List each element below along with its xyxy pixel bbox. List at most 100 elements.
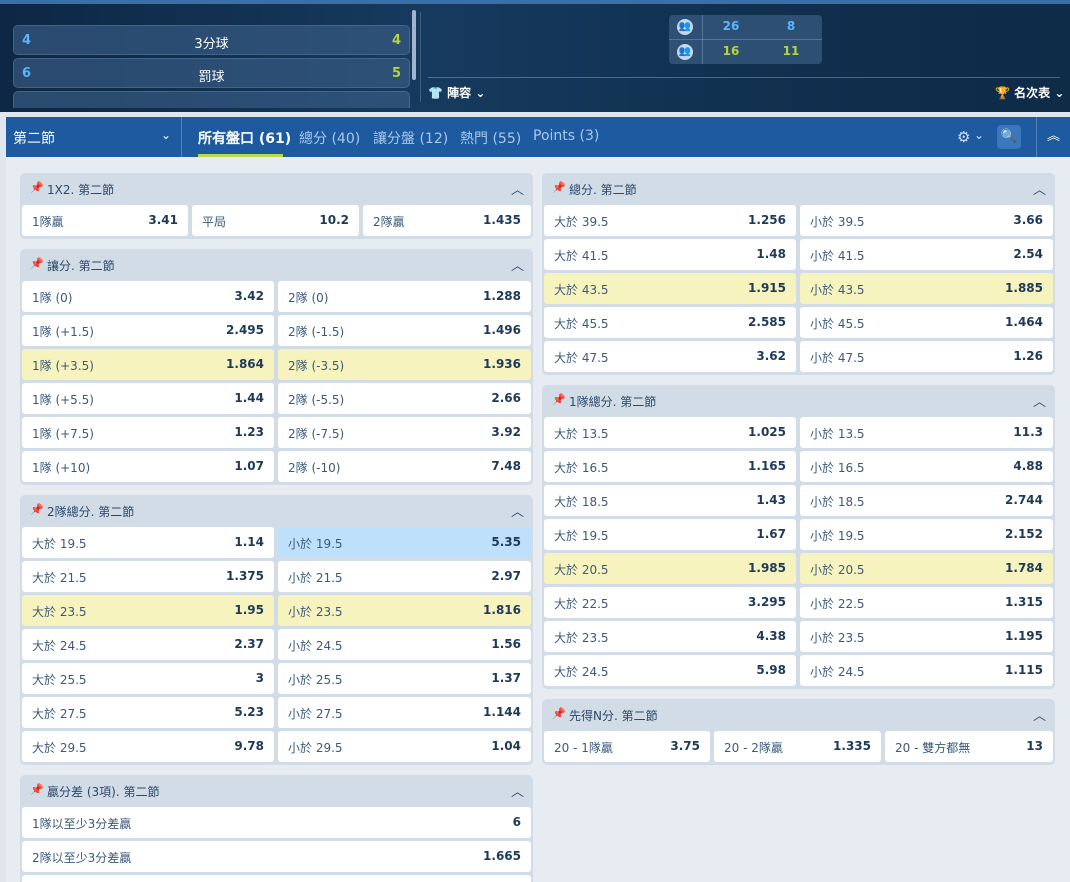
pin-icon[interactable]: 📌 <box>552 707 566 720</box>
odds-cell[interactable]: 小於 20.5 1.784 <box>800 553 1053 584</box>
odds-cell[interactable]: 平局 10.2 <box>192 205 359 236</box>
odds-cell[interactable]: 大於 23.5 4.38 <box>544 621 796 652</box>
odds-cell[interactable]: 1隊 (+10) 1.07 <box>22 451 274 482</box>
pin-icon[interactable]: 📌 <box>552 181 566 194</box>
odds-cell[interactable]: 小於 18.5 2.744 <box>800 485 1053 516</box>
odds-cell[interactable]: 大於 16.5 1.165 <box>544 451 796 482</box>
odds-cell[interactable]: 小於 23.5 1.195 <box>800 621 1053 652</box>
odds-cell[interactable]: 大於 22.5 3.295 <box>544 587 796 618</box>
pin-icon[interactable]: 📌 <box>30 783 44 796</box>
odds-cell[interactable]: 20 - 2隊贏 1.335 <box>714 731 881 762</box>
pin-icon[interactable]: 📌 <box>30 181 44 194</box>
odds-cell[interactable]: 2隊 (0) 1.288 <box>278 281 531 312</box>
chevron-up-icon[interactable]: ︿ <box>1033 179 1046 198</box>
odds-cell[interactable]: 20 - 雙方都無 13 <box>885 731 1053 762</box>
odds-cell[interactable]: 小於 13.5 11.3 <box>800 417 1053 448</box>
odds-cell[interactable]: 大於 19.5 1.14 <box>22 527 274 558</box>
period-select[interactable]: 第二節 ⌄ <box>6 117 182 157</box>
odds-cell[interactable]: 1隊 (+3.5) 1.864 <box>22 349 274 380</box>
market-header[interactable]: 📌 讓分. 第二節 ︿ <box>20 249 533 279</box>
odds-cell[interactable]: 小於 43.5 1.885 <box>800 273 1053 304</box>
pin-icon[interactable]: 📌 <box>30 503 44 516</box>
pin-icon[interactable]: 📌 <box>30 257 44 270</box>
odds-cell[interactable]: 1隊贏 3.41 <box>22 205 188 236</box>
chevron-up-icon[interactable]: ︿ <box>511 781 524 800</box>
gear-icon[interactable]: ⚙ <box>957 128 970 146</box>
odds-cell[interactable]: 小於 23.5 1.816 <box>278 595 531 626</box>
odds-cell[interactable]: 2隊 (-10) 7.48 <box>278 451 531 482</box>
odds-cell[interactable]: 小於 39.5 3.66 <box>800 205 1053 236</box>
market-header[interactable]: 📌 贏分差 (3項). 第二節 ︿ <box>20 775 533 805</box>
odds-cell[interactable]: 2隊以至少3分差贏 1.665 <box>22 841 531 872</box>
odds-cell[interactable]: 小於 41.5 2.54 <box>800 239 1053 270</box>
chevron-down-icon[interactable]: ⌄ <box>974 128 984 142</box>
chevron-up-icon[interactable]: ︿ <box>1033 705 1046 724</box>
chevron-up-icon[interactable]: ︿ <box>511 501 524 520</box>
odds-cell[interactable]: 大於 20.5 1.985 <box>544 553 796 584</box>
market-header[interactable]: 📌 1X2. 第二節 ︿ <box>20 173 533 203</box>
odds-cell[interactable]: 大於 21.5 1.375 <box>22 561 274 592</box>
odds-cell[interactable]: 大於 45.5 2.585 <box>544 307 796 338</box>
odds-cell[interactable]: 20 - 1隊贏 3.75 <box>544 731 710 762</box>
odds-cell[interactable]: 大於 39.5 1.256 <box>544 205 796 236</box>
standings-link[interactable]: 🏆 名次表 ⌄ <box>995 84 1064 101</box>
odds-cell[interactable]: 小於 45.5 1.464 <box>800 307 1053 338</box>
odds-cell[interactable]: 1隊 (+1.5) 2.495 <box>22 315 274 346</box>
tab-totals[interactable]: 總分 (40) <box>299 128 360 148</box>
collapse-all-button[interactable]: ︽ <box>1036 117 1070 157</box>
odds-cell[interactable]: 小於 47.5 1.26 <box>800 341 1053 372</box>
stats-scrollbar[interactable] <box>412 10 416 80</box>
odds-cell[interactable]: 小於 24.5 1.115 <box>800 655 1053 686</box>
odds-cell[interactable]: 小於 29.5 1.04 <box>278 731 531 762</box>
odds-cell[interactable]: 2隊 (-3.5) 1.936 <box>278 349 531 380</box>
market-title: 總分. 第二節 <box>569 183 637 197</box>
market-header[interactable]: 📌 總分. 第二節 ︿ <box>542 173 1055 203</box>
odds-cell[interactable]: 小於 27.5 1.144 <box>278 697 531 728</box>
odds-cell[interactable]: 大於 13.5 1.025 <box>544 417 796 448</box>
tab-all-markets[interactable]: 所有盤口 (61) <box>198 128 291 148</box>
chevron-up-icon[interactable]: ︿ <box>511 179 524 198</box>
tab-popular[interactable]: 熱門 (55) <box>460 128 521 148</box>
odds-cell[interactable]: 大於 27.5 5.23 <box>22 697 274 728</box>
odds-cell[interactable]: 大於 19.5 1.67 <box>544 519 796 550</box>
odds-cell[interactable]: 大於 25.5 3 <box>22 663 274 694</box>
odds-cell[interactable]: 小於 25.5 1.37 <box>278 663 531 694</box>
odds-cell[interactable]: 小於 21.5 2.97 <box>278 561 531 592</box>
chevron-up-icon[interactable]: ︿ <box>1033 391 1046 410</box>
lineup-link[interactable]: 👕 陣容 ⌄ <box>428 84 485 101</box>
search-button[interactable]: 🔍 <box>997 125 1021 149</box>
tab-handicap[interactable]: 讓分盤 (12) <box>373 128 448 148</box>
odds-cell[interactable]: 大於 29.5 9.78 <box>22 731 274 762</box>
odds-cell[interactable]: 大於 18.5 1.43 <box>544 485 796 516</box>
odds-cell[interactable]: 2隊 (-7.5) 3.92 <box>278 417 531 448</box>
odds-cell[interactable]: 大於 24.5 2.37 <box>22 629 274 660</box>
odds-cell[interactable]: 小於 19.5 2.152 <box>800 519 1053 550</box>
odds-cell[interactable]: 大於 24.5 5.98 <box>544 655 796 686</box>
market-header[interactable]: 📌 2隊總分. 第二節 ︿ <box>20 495 533 525</box>
market-header[interactable]: 📌 1隊總分. 第二節 ︿ <box>542 385 1055 415</box>
odds-cell[interactable]: 小於 22.5 1.315 <box>800 587 1053 618</box>
odds-cell[interactable]: 2隊贏 1.435 <box>363 205 531 236</box>
odds-cell[interactable]: 大於 43.5 1.915 <box>544 273 796 304</box>
odds-cell[interactable]: 1隊 (+5.5) 1.44 <box>22 383 274 414</box>
odds-cell[interactable]: 大於 47.5 3.62 <box>544 341 796 372</box>
odds-cell[interactable]: 小於 16.5 4.88 <box>800 451 1053 482</box>
shirt-icon: 👕 <box>428 86 443 100</box>
odds-cell[interactable]: 1隊 (0) 3.42 <box>22 281 274 312</box>
market-header[interactable]: 📌 先得N分. 第二節 ︿ <box>542 699 1055 729</box>
odds-cell[interactable]: 大於 23.5 1.95 <box>22 595 274 626</box>
odds-cell[interactable]: 1隊以至少3分差贏 6 <box>22 807 531 838</box>
score-value: 11 <box>782 44 800 58</box>
odds-cell-selected[interactable]: 小於 19.5 5.35 <box>278 527 531 558</box>
odds-value: 1.665 <box>483 849 521 863</box>
pin-icon[interactable]: 📌 <box>552 393 566 406</box>
odds-cell[interactable] <box>22 875 531 882</box>
odds-cell[interactable]: 小於 24.5 1.56 <box>278 629 531 660</box>
odds-cell[interactable]: 2隊 (-1.5) 1.496 <box>278 315 531 346</box>
odds-cell[interactable]: 2隊 (-5.5) 2.66 <box>278 383 531 414</box>
tab-points[interactable]: Points (3) <box>533 128 599 144</box>
odds-cell[interactable]: 大於 41.5 1.48 <box>544 239 796 270</box>
chevron-up-icon[interactable]: ︿ <box>511 255 524 274</box>
odds-cell[interactable]: 1隊 (+7.5) 1.23 <box>22 417 274 448</box>
score-separator <box>669 39 822 40</box>
